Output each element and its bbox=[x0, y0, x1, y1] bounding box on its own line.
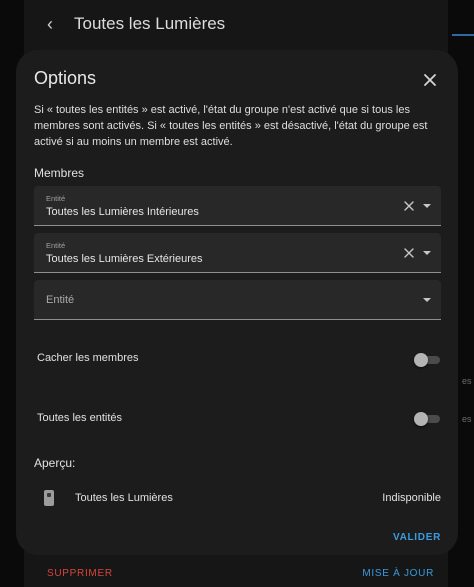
preview-entity-name[interactable]: Toutes les Lumières bbox=[75, 492, 173, 504]
chevron-down-icon[interactable] bbox=[423, 298, 431, 302]
all-entities-toggle[interactable] bbox=[414, 412, 441, 426]
background-edge-text: es bbox=[462, 376, 472, 386]
delete-button[interactable]: SUPPRIMER bbox=[47, 568, 113, 579]
field-label: Entité bbox=[46, 241, 66, 250]
add-member-entity-field[interactable]: Entité bbox=[34, 280, 441, 320]
field-placeholder: Entité bbox=[46, 294, 75, 306]
toggle-thumb bbox=[414, 412, 428, 426]
field-label: Entité bbox=[46, 194, 66, 203]
light-switch-icon bbox=[44, 490, 54, 506]
close-icon[interactable] bbox=[420, 70, 440, 90]
dialog-description: Si « toutes les entités » est activé, l'… bbox=[34, 104, 428, 148]
page-title: Toutes les Lumières bbox=[74, 14, 226, 33]
field-value: Toutes les Lumières Intérieures bbox=[46, 206, 199, 218]
background-accent-line bbox=[452, 34, 474, 36]
dialog-title: Options bbox=[34, 68, 97, 88]
clear-icon[interactable] bbox=[403, 247, 415, 259]
chevron-down-icon[interactable] bbox=[423, 251, 431, 255]
options-dialog: Options Si « toutes les entités » est ac… bbox=[16, 50, 458, 555]
page-header: ‹ Toutes les Lumières bbox=[24, 0, 448, 48]
validate-button[interactable]: VALIDER bbox=[393, 532, 441, 543]
chevron-down-icon[interactable] bbox=[423, 204, 431, 208]
toggle-thumb bbox=[414, 353, 428, 367]
all-entities-label: Toutes les entités bbox=[37, 412, 122, 424]
member-entity-field-2[interactable]: Entité Toutes les Lumières Extérieures bbox=[34, 233, 441, 273]
preview-entity-state: Indisponible bbox=[382, 492, 441, 504]
update-button[interactable]: MISE À JOUR bbox=[362, 568, 434, 579]
hide-members-label: Cacher les membres bbox=[37, 352, 139, 364]
preview-label: Aperçu: bbox=[34, 456, 76, 470]
members-label: Membres bbox=[34, 166, 85, 180]
hide-members-toggle[interactable] bbox=[414, 353, 441, 367]
member-entity-field-1[interactable]: Entité Toutes les Lumières Intérieures bbox=[34, 186, 441, 226]
clear-icon[interactable] bbox=[403, 200, 415, 212]
field-value: Toutes les Lumières Extérieures bbox=[46, 253, 203, 265]
background-edge-text: es bbox=[462, 414, 472, 424]
arrow-left-icon[interactable]: ‹ bbox=[40, 14, 60, 35]
page-footer: SUPPRIMER MISE À JOUR bbox=[24, 556, 448, 587]
